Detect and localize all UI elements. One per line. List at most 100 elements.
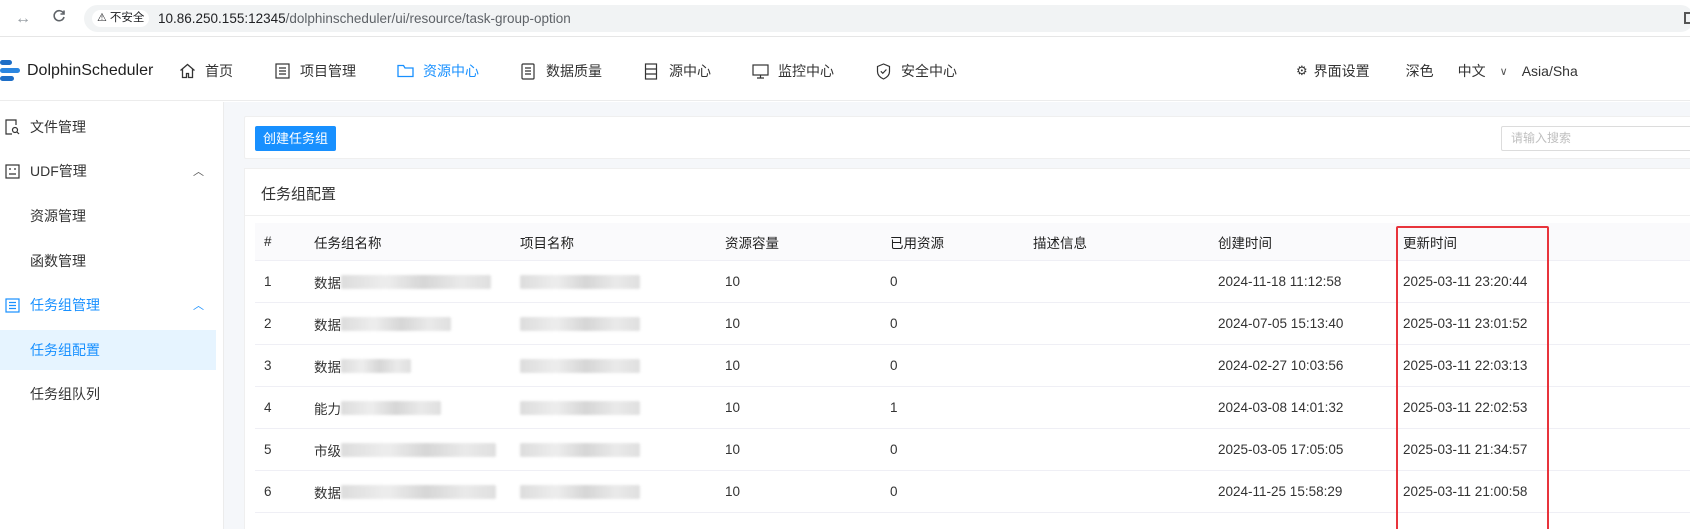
- sidebar-item-label: 函数管理: [30, 253, 86, 269]
- cell-capacity: 10: [725, 274, 741, 289]
- cell-project-name: [520, 429, 640, 470]
- column-header[interactable]: 任务组名称: [314, 223, 382, 260]
- cell-project-name: [520, 471, 640, 512]
- brand-logo[interactable]: DolphinScheduler: [0, 56, 153, 86]
- theme-toggle[interactable]: 深色: [1406, 61, 1434, 81]
- sidebar-item-task-group-option[interactable]: 任务组配置: [0, 330, 216, 370]
- url-host: 10.86.250.155:12345: [158, 11, 286, 26]
- menu-item-datasource[interactable]: 源中心: [642, 41, 711, 101]
- home-icon: [178, 62, 196, 80]
- cell-task-group-name: 数据: [314, 345, 411, 386]
- cell-used: 0: [890, 274, 898, 289]
- create-task-group-button[interactable]: 创建任务组: [255, 126, 337, 151]
- page-title: 任务组配置: [261, 186, 337, 203]
- column-header[interactable]: #: [264, 223, 272, 260]
- column-header[interactable]: 已用资源: [890, 223, 944, 260]
- language-select[interactable]: 中文: [1458, 61, 1486, 81]
- cell-task-group-name: 市级: [314, 429, 496, 470]
- chevron-up-icon: ︿: [193, 300, 204, 312]
- sidebar-item-label: 文件管理: [30, 119, 86, 135]
- table-row[interactable]: 3 数据 10 0 2024-02-27 10:03:56 2025-03-11…: [255, 345, 1690, 387]
- reload-icon[interactable]: [48, 8, 70, 30]
- column-header[interactable]: 更新时间: [1403, 223, 1457, 260]
- cell-capacity: 10: [725, 316, 741, 331]
- gear-icon: ⚙: [1296, 63, 1308, 78]
- cell-capacity: 10: [725, 400, 741, 415]
- cell-task-group-name: 数据: [314, 303, 451, 344]
- top-menu: 首页 项目管理 资源中心 数据质量 源中心 监控中心 安全中心: [178, 41, 999, 101]
- name-prefix: 市级: [314, 443, 341, 459]
- cell-capacity: 10: [725, 442, 741, 457]
- cell-updated: 2025-03-11 22:02:53: [1403, 400, 1528, 415]
- quality-icon: [519, 62, 537, 80]
- shield-icon: [874, 62, 892, 80]
- menu-item-monitor[interactable]: 监控中心: [751, 41, 834, 101]
- sidebar-item-task-group-queue[interactable]: 任务组队列: [0, 374, 216, 414]
- menu-label: 首页: [205, 63, 233, 79]
- url-text[interactable]: 10.86.250.155:12345/dolphinscheduler/ui/…: [158, 10, 571, 27]
- menu-item-data-quality[interactable]: 数据质量: [519, 41, 602, 101]
- cell-created: 2025-03-05 17:05:05: [1218, 442, 1344, 457]
- sidebar-item-file[interactable]: 文件管理: [0, 107, 216, 147]
- sidebar-item-resource-manage[interactable]: 资源管理: [0, 196, 216, 236]
- security-chip[interactable]: ⚠ 不安全: [92, 10, 150, 27]
- cell-created: 2024-07-05 15:13:40: [1218, 316, 1344, 331]
- cell-updated: 2025-03-11 23:20:44: [1403, 274, 1528, 289]
- cell-created: 2024-11-25 15:58:29: [1218, 484, 1343, 499]
- redacted-text: [341, 442, 496, 457]
- task-group-table: # 任务组名称 项目名称 资源容量 已用资源 描述信息 创建时间 更新时间 1 …: [255, 223, 1690, 513]
- menu-item-security[interactable]: 安全中心: [874, 41, 957, 101]
- name-prefix: 数据: [314, 317, 341, 333]
- extension-icon[interactable]: [1684, 12, 1690, 24]
- cell-task-group-name: 数据: [314, 471, 496, 512]
- ui-settings-button[interactable]: ⚙ 界面设置: [1296, 61, 1370, 81]
- monitor-icon: [751, 62, 769, 80]
- cell-index: 5: [264, 442, 272, 457]
- cell-created: 2024-02-27 10:03:56: [1218, 358, 1344, 373]
- cell-updated: 2025-03-11 23:01:52: [1403, 316, 1528, 331]
- search-input[interactable]: 请输入搜索: [1501, 126, 1690, 151]
- column-header[interactable]: 创建时间: [1218, 223, 1272, 260]
- address-bar[interactable]: ⚠ 不安全 10.86.250.155:12345/dolphinschedule…: [84, 5, 1690, 32]
- forward-arrow-icon[interactable]: →: [12, 8, 34, 30]
- cell-project-name: [520, 303, 640, 344]
- table-header-row: # 任务组名称 项目名称 资源容量 已用资源 描述信息 创建时间 更新时间: [255, 223, 1690, 261]
- cell-updated: 2025-03-11 21:00:58: [1403, 484, 1528, 499]
- toolbar-card: 创建任务组 请输入搜索: [244, 116, 1690, 159]
- timezone-select[interactable]: Asia/Sha: [1522, 63, 1578, 79]
- browser-toolbar: ← → ⚠ 不安全 10.86.250.155:12345/dolphinsche…: [0, 0, 1690, 37]
- menu-item-resource[interactable]: 资源中心: [396, 41, 479, 101]
- column-header[interactable]: 描述信息: [1033, 223, 1087, 260]
- folder-icon: [396, 62, 414, 80]
- chevron-down-icon[interactable]: ∨: [1500, 65, 1508, 78]
- menu-label: 监控中心: [778, 63, 834, 79]
- menu-label: 源中心: [669, 63, 711, 79]
- menu-item-project[interactable]: 项目管理: [273, 41, 356, 101]
- redacted-text: [341, 274, 491, 289]
- menu-item-home[interactable]: 首页: [178, 41, 233, 101]
- cell-task-group-name: 能力: [314, 387, 441, 428]
- sidebar-item-label: 任务组配置: [30, 342, 100, 358]
- name-prefix: 数据: [314, 359, 341, 375]
- column-header[interactable]: 资源容量: [725, 223, 779, 260]
- sidebar-item-task-group[interactable]: 任务组管理 ︿: [0, 285, 216, 325]
- brand-name: DolphinScheduler: [27, 62, 154, 79]
- table-row[interactable]: 1 数据 10 0 2024-11-18 11:12:58 2025-03-11…: [255, 261, 1690, 303]
- warning-icon: ⚠: [97, 12, 107, 24]
- redacted-text: [341, 400, 441, 415]
- cell-updated: 2025-03-11 22:03:13: [1403, 358, 1528, 373]
- cell-used: 1: [890, 400, 898, 415]
- sidebar-item-label: 资源管理: [30, 208, 86, 224]
- table-row[interactable]: 4 能力 10 1 2024-03-08 14:01:32 2025-03-11…: [255, 387, 1690, 429]
- sidebar-item-function-manage[interactable]: 函数管理: [0, 241, 216, 281]
- header-tools: ⚙ 界面设置 深色 中文 ∨ Asia/Sha: [1296, 41, 1578, 101]
- sidebar-item-udf[interactable]: UDF管理 ︿: [0, 151, 216, 191]
- table-row[interactable]: 2 数据 10 0 2024-07-05 15:13:40 2025-03-11…: [255, 303, 1690, 345]
- table-row[interactable]: 5 市级 10 0 2025-03-05 17:05:05 2025-03-11…: [255, 429, 1690, 471]
- table-row[interactable]: 6 数据 10 0 2024-11-25 15:58:29 2025-03-11…: [255, 471, 1690, 513]
- cell-updated: 2025-03-11 21:34:57: [1403, 442, 1528, 457]
- url-path: /dolphinscheduler/ui/resource/task-group…: [285, 11, 571, 26]
- main-content: 创建任务组 请输入搜索 任务组配置 # 任务组名称 项目名称 资源容量 已用资源…: [224, 102, 1690, 529]
- name-prefix: 数据: [314, 485, 341, 501]
- column-header[interactable]: 项目名称: [520, 223, 574, 260]
